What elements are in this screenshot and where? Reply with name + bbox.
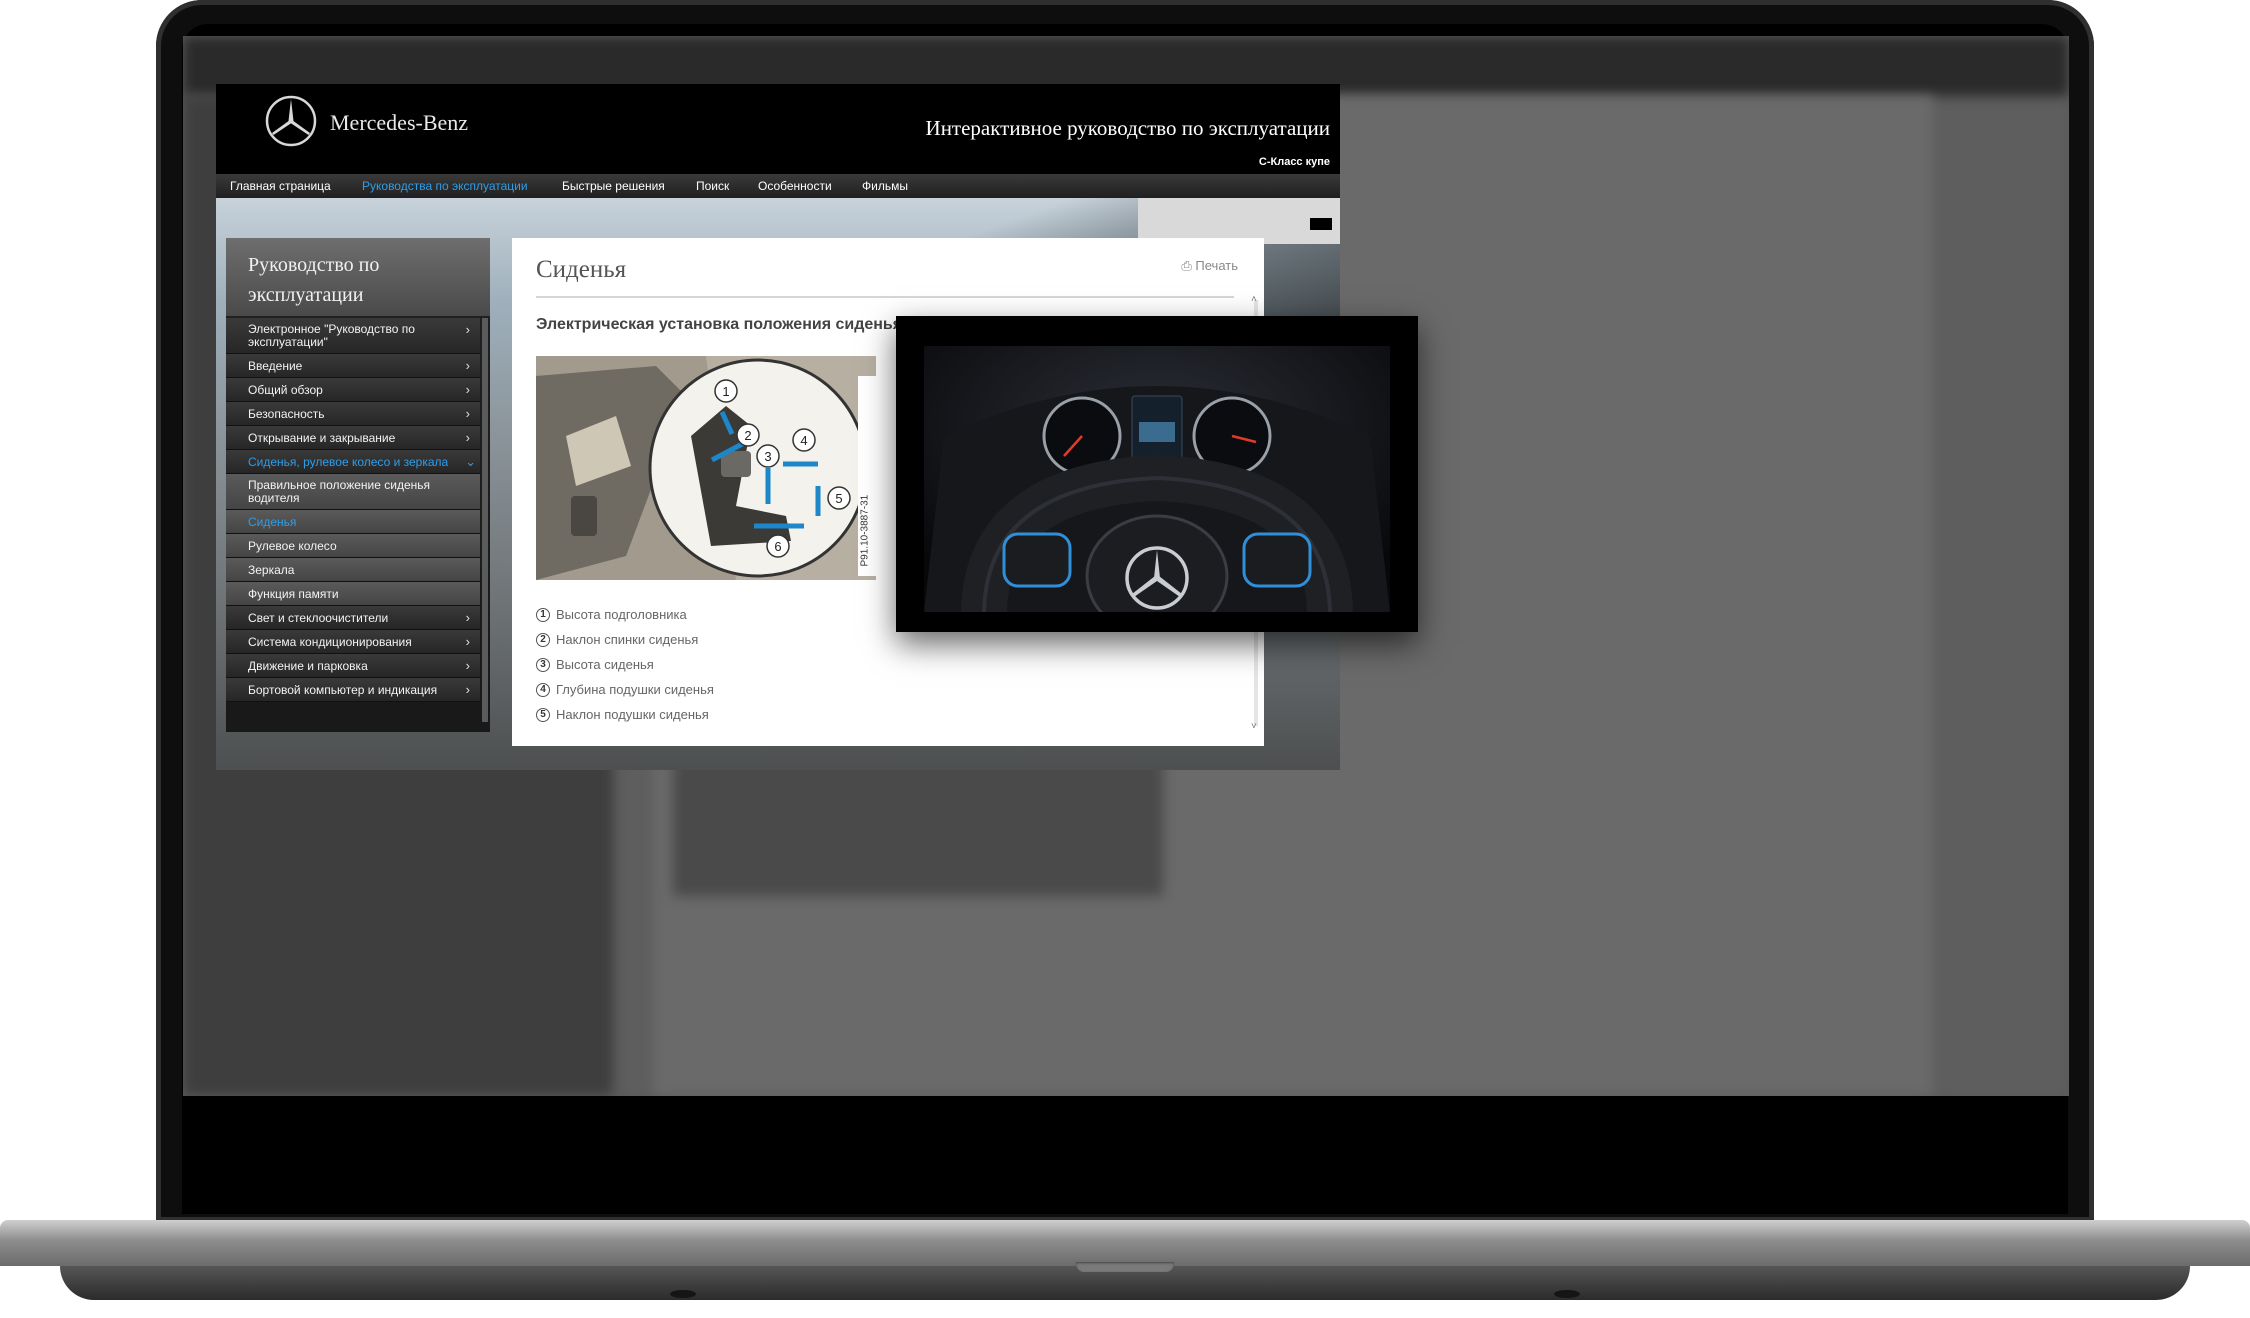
diagram-callouts: 1 2 3 4 5 6 — [714, 379, 851, 558]
legend-number: 1 — [536, 607, 550, 622]
sidebar-item-label: Свет и стеклоочистители — [248, 611, 389, 625]
sidebar-item-driving-parking[interactable]: Движение и парковка › — [226, 654, 480, 678]
chevron-down-icon: ⌄ — [465, 454, 476, 469]
sidebar-item-introduction[interactable]: Введение › — [226, 354, 480, 378]
sidebar-item-lights-wipers[interactable]: Свет и стеклоочистители › — [226, 606, 480, 630]
sidebar-scrollbar[interactable] — [482, 318, 488, 722]
sidebar-header: Руководство по эксплуатации — [226, 238, 490, 316]
chevron-right-icon: › — [465, 682, 470, 697]
sidebar-item-label: Электронное "Руководство по эксплуатации… — [248, 322, 415, 349]
title-divider — [536, 296, 1234, 298]
sidebar-item-label: Сиденья, рулевое колесо и зеркала — [248, 455, 449, 469]
laptop-base — [0, 1220, 2250, 1318]
sidebar-subitem-memory[interactable]: Функция памяти — [226, 582, 480, 606]
chevron-right-icon: › — [465, 382, 470, 397]
print-button[interactable]: ⎙ Печать — [1181, 258, 1238, 274]
chevron-right-icon: › — [465, 610, 470, 625]
callout-4: 4 — [800, 433, 807, 448]
chevron-right-icon: › — [465, 406, 470, 421]
callout-2: 2 — [744, 428, 751, 443]
page-title: Интерактивное руководство по эксплуатаци… — [925, 116, 1330, 140]
legend-item: 3 Высота сиденья — [536, 652, 714, 677]
printer-icon: ⎙ — [1181, 258, 1192, 273]
sidebar-item-label: Правильное положение сиденья водителя — [248, 478, 430, 505]
sidebar-subitem-driver-position[interactable]: Правильное положение сиденья водителя — [226, 474, 480, 510]
model-label: C-Класс купе — [1258, 156, 1330, 168]
callout-3: 3 — [764, 449, 771, 464]
print-label: Печать — [1195, 258, 1238, 273]
trackpad-notch — [1076, 1262, 1174, 1272]
nav-films[interactable]: Фильмы — [862, 179, 908, 193]
sidebar-title: Руководство по эксплуатации — [248, 254, 380, 306]
legend-item: 2 Наклон спинки сиденья — [536, 627, 714, 652]
chevron-right-icon: › — [465, 322, 470, 337]
sidebar-subitem-steering-wheel[interactable]: Рулевое колесо — [226, 534, 480, 558]
legend-text: Наклон подушки сиденья — [556, 707, 709, 722]
scroll-down-icon[interactable]: ˅ — [1251, 721, 1257, 732]
legend-number: 4 — [536, 682, 550, 697]
diagram-code-label: P91.10-3887-31 — [858, 376, 876, 576]
chevron-right-icon: › — [465, 658, 470, 673]
legend-item: 5 Наклон подушки сиденья — [536, 702, 714, 727]
cockpit-image-popup[interactable] — [896, 316, 1418, 632]
nav-quick-solutions[interactable]: Быстрые решения — [562, 179, 665, 193]
legend-number: 2 — [536, 632, 550, 647]
sidebar-item-label: Зеркала — [248, 563, 295, 577]
sidebar-item-label: Введение — [248, 359, 303, 373]
chevron-right-icon: › — [465, 358, 470, 373]
laptop-foot-left — [670, 1290, 696, 1298]
sidebar-item-electronic-manual[interactable]: Электронное "Руководство по эксплуатации… — [226, 318, 480, 354]
sidebar: Руководство по эксплуатации Электронное … — [226, 238, 490, 732]
sidebar-item-label: Открывание и закрывание — [248, 431, 396, 445]
nav-features[interactable]: Особенности — [758, 179, 832, 193]
sidebar-item-onboard-computer[interactable]: Бортовой компьютер и индикация › — [226, 678, 480, 702]
section-heading: Электрическая установка положения сидень… — [536, 316, 903, 333]
callout-6: 6 — [774, 539, 781, 554]
sidebar-item-label: Общий обзор — [248, 383, 323, 397]
sidebar-item-label: Безопасность — [248, 407, 325, 421]
sidebar-subitem-mirrors[interactable]: Зеркала — [226, 558, 480, 582]
content-title: Сиденья — [536, 256, 627, 283]
nav-home[interactable]: Главная страница — [230, 179, 331, 193]
sidebar-item-label: Бортовой компьютер и индикация — [248, 683, 438, 697]
nav-manuals[interactable]: Руководства по эксплуатации — [362, 179, 528, 193]
sidebar-item-overview[interactable]: Общий обзор › — [226, 378, 480, 402]
sidebar-list: Электронное "Руководство по эксплуатации… — [226, 318, 480, 702]
scroll-up-icon[interactable]: ˄ — [1251, 294, 1257, 305]
nav-search[interactable]: Поиск — [696, 179, 729, 193]
sidebar-item-seats-steering-mirrors[interactable]: Сиденья, рулевое колесо и зеркала ⌄ — [226, 450, 480, 474]
sidebar-item-climate[interactable]: Система кондиционирования › — [226, 630, 480, 654]
seat-adjustment-diagram: 1 2 3 4 5 6 P91.10-3887-31 — [536, 356, 876, 580]
chevron-right-icon: › — [465, 634, 470, 649]
legend-text: Высота подголовника — [556, 607, 687, 622]
legend-item: 4 Глубина подушки сиденья — [536, 677, 714, 702]
laptop-foot-right — [1554, 1290, 1580, 1298]
mercedes-star-icon[interactable] — [264, 94, 318, 148]
main-nav: Главная страница Руководства по эксплуат… — [216, 174, 1340, 198]
base-top — [0, 1220, 2250, 1266]
sidebar-item-label: Система кондиционирования — [248, 635, 412, 649]
brand-name: Mercedes-Benz — [330, 110, 469, 135]
legend-text: Глубина подушки сиденья — [556, 682, 714, 697]
callout-1: 1 — [722, 384, 729, 399]
chevron-right-icon: › — [465, 430, 470, 445]
legend-item: 1 Высота подголовника — [536, 602, 714, 627]
sidebar-item-label: Функция памяти — [248, 587, 339, 601]
cockpit-illustration — [924, 346, 1390, 612]
sidebar-item-safety[interactable]: Безопасность › — [226, 402, 480, 426]
legend-list: 1 Высота подголовника 2 Наклон спинки сиде… — [536, 602, 714, 727]
sidebar-item-label: Движение и парковка — [248, 659, 368, 673]
sidebar-subitem-seats[interactable]: Сиденья — [226, 510, 480, 534]
cockpit-image — [924, 346, 1390, 612]
legend-text: Высота сиденья — [556, 657, 654, 672]
legend-number: 3 — [536, 657, 550, 672]
sidebar-item-opening-closing[interactable]: Открывание и закрывание › — [226, 426, 480, 450]
sidebar-item-label: Рулевое колесо — [248, 539, 337, 553]
sidebar-item-label: Сиденья — [248, 515, 297, 529]
legend-number: 5 — [536, 707, 550, 722]
site-header: Mercedes-Benz Интерактивное руководство … — [216, 84, 1340, 174]
legend-text: Наклон спинки сиденья — [556, 632, 699, 647]
callout-5: 5 — [835, 491, 842, 506]
